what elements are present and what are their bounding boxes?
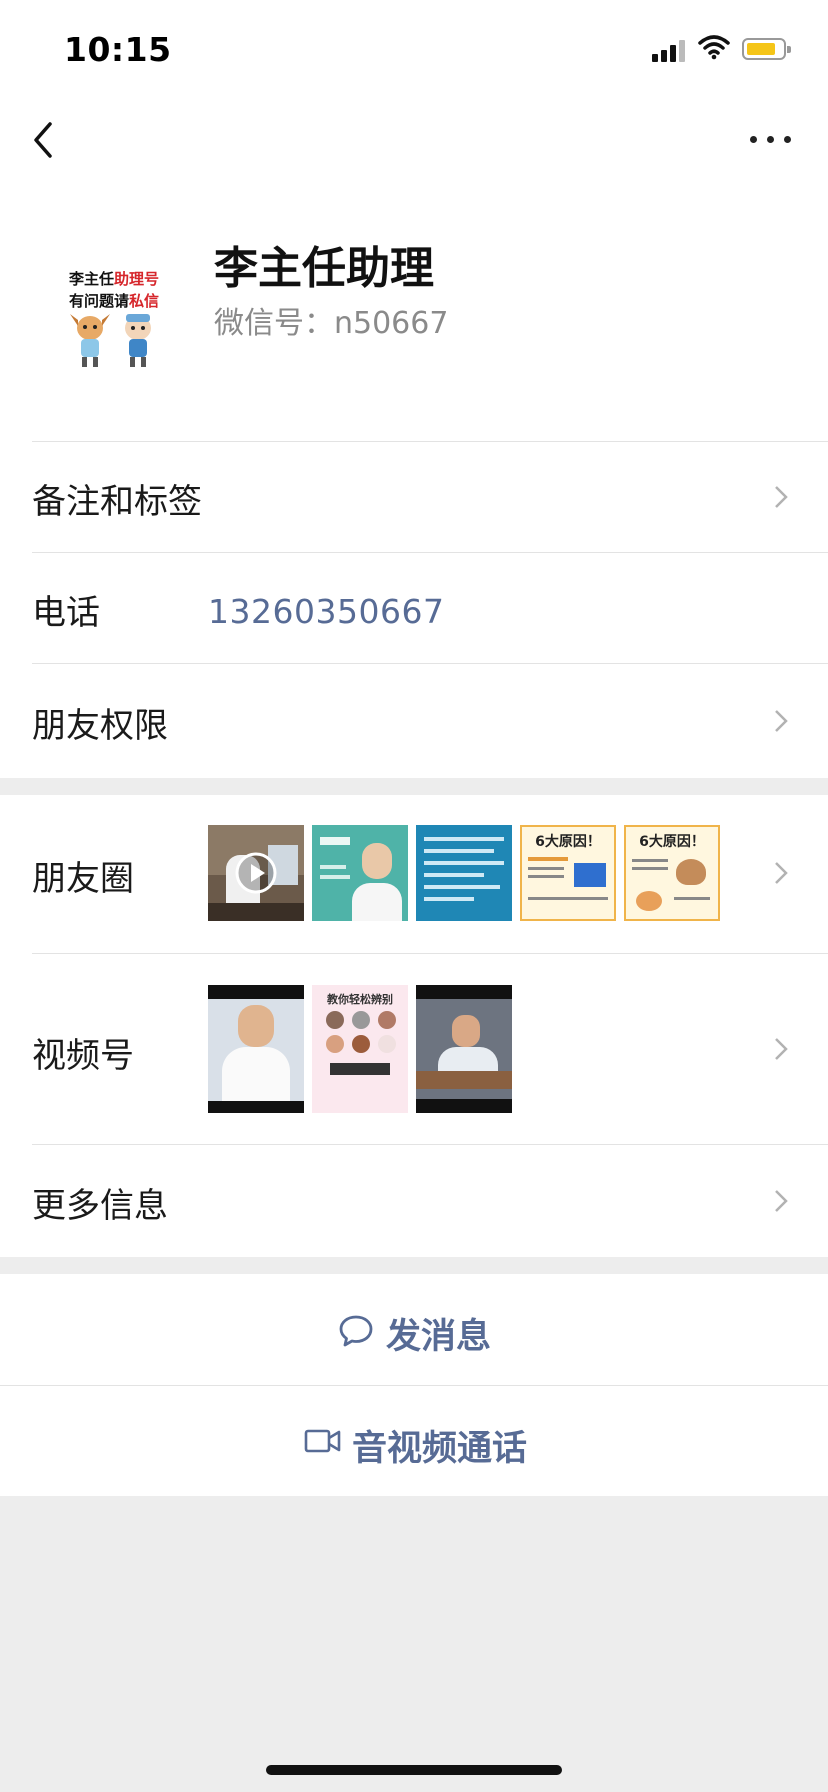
chevron-right-icon: [775, 1038, 788, 1060]
chevron-right-icon: [775, 486, 788, 508]
channels-thumb-1[interactable]: [208, 985, 304, 1113]
phone-number-link[interactable]: 13260350667: [208, 592, 444, 631]
send-message-button[interactable]: 发消息: [0, 1274, 828, 1384]
video-camera-icon: [304, 1429, 341, 1453]
channels-thumb-2-title: 教你轻松辨别: [327, 993, 393, 1006]
channels-thumb-3[interactable]: [416, 985, 512, 1113]
chevron-right-icon: [775, 1190, 788, 1212]
home-indicator[interactable]: [266, 1765, 562, 1775]
moments-thumb-4[interactable]: 6大原因！: [520, 825, 616, 921]
row-more-info-label: 更多信息: [32, 1186, 168, 1226]
moments-thumb-2[interactable]: [312, 825, 408, 921]
moments-thumb-4-title: 6大原因！: [535, 834, 601, 850]
av-call-label: 音视频通话: [352, 1429, 528, 1469]
row-phone-label: 电话: [32, 593, 100, 633]
signal-icon: [652, 40, 686, 62]
chevron-right-icon: [775, 862, 788, 884]
row-moments-label: 朋友圈: [32, 859, 134, 899]
row-friend-permissions-label: 朋友权限: [32, 706, 168, 746]
row-friend-permissions[interactable]: 朋友权限: [32, 664, 828, 778]
battery-icon: [742, 38, 791, 60]
moments-thumb-5-title: 6大原因！: [639, 834, 705, 850]
avatar[interactable]: 李主任助理号 有问题请私信: [50, 240, 178, 372]
wifi-icon: [698, 35, 730, 60]
back-chevron-icon[interactable]: [30, 118, 60, 162]
status-time: 10:15: [64, 30, 172, 69]
wechat-id: 微信号：n50667: [214, 306, 449, 341]
avatar-text-2b: 私信: [129, 292, 160, 310]
row-notes-tags-label: 备注和标签: [32, 482, 202, 522]
moments-thumb-5[interactable]: 6大原因！: [624, 825, 720, 921]
moments-thumb-video[interactable]: [208, 825, 304, 921]
chevron-right-icon: [775, 710, 788, 732]
avatar-text-1b: 助理号: [114, 270, 160, 288]
status-bar: 10:15: [0, 0, 828, 100]
channels-thumb-2[interactable]: 教你轻松辨别: [312, 985, 408, 1113]
row-notes-tags[interactable]: 备注和标签: [32, 442, 828, 552]
cartoon-characters-icon: [70, 314, 151, 367]
send-message-label: 发消息: [386, 1317, 492, 1357]
row-channels-label: 视频号: [32, 1036, 134, 1076]
avatar-text-1a: 李主任: [68, 270, 114, 288]
avatar-text-2a: 有问题请: [68, 292, 129, 310]
play-icon: [235, 852, 277, 894]
row-more-info[interactable]: 更多信息: [32, 1145, 828, 1257]
message-bubble-icon: [339, 1315, 373, 1347]
more-dots-icon[interactable]: [748, 128, 794, 152]
av-call-button[interactable]: 音视频通话: [0, 1386, 828, 1496]
profile-name: 李主任助理: [214, 243, 434, 294]
moments-thumb-3[interactable]: [416, 825, 512, 921]
